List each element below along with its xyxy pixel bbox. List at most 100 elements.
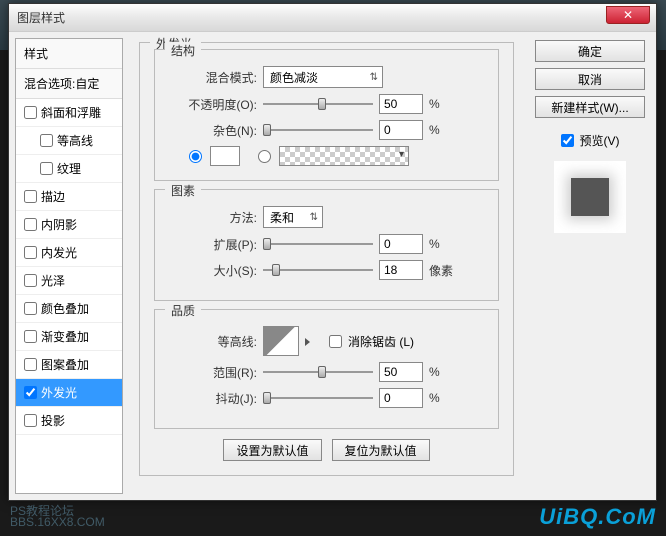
sidebar-item-coloroverlay[interactable]: 颜色叠加 — [16, 295, 122, 323]
noise-row: 杂色(N): % — [169, 120, 484, 140]
range-slider[interactable] — [263, 363, 373, 381]
gradient-radio[interactable] — [258, 150, 271, 163]
contour-label: 等高线: — [169, 333, 257, 350]
close-icon: ✕ — [623, 8, 633, 22]
size-unit: 像素 — [429, 262, 459, 279]
sidebar-item-label: 斜面和浮雕 — [41, 104, 101, 121]
sidebar-item-label: 内发光 — [41, 244, 77, 261]
technique-label: 方法: — [169, 209, 257, 226]
dialog-body: 样式 混合选项:自定 斜面和浮雕 等高线 纹理 描边 内阴影 内发光 光泽 颜色… — [9, 32, 656, 500]
sidebar-item-satin[interactable]: 光泽 — [16, 267, 122, 295]
sidebar-item-gradientoverlay[interactable]: 渐变叠加 — [16, 323, 122, 351]
sidebar-item-innershadow[interactable]: 内阴影 — [16, 211, 122, 239]
window-title: 图层样式 — [17, 9, 65, 26]
spread-slider[interactable] — [263, 235, 373, 253]
sidebar-item-bevel[interactable]: 斜面和浮雕 — [16, 99, 122, 127]
spread-row: 扩展(P): % — [169, 234, 484, 254]
solid-color-swatch[interactable] — [210, 146, 240, 166]
right-column: 确定 取消 新建样式(W)... 预览(V) — [530, 38, 650, 494]
checkbox-gradientoverlay[interactable] — [24, 330, 37, 343]
opacity-slider[interactable] — [263, 95, 373, 113]
new-style-button[interactable]: 新建样式(W)... — [535, 96, 645, 118]
opacity-input[interactable] — [379, 94, 423, 114]
sidebar-item-patternoverlay[interactable]: 图案叠加 — [16, 351, 122, 379]
structure-fieldset: 结构 混合模式: 颜色减淡 不透明度(O): % 杂色(N): — [154, 49, 499, 181]
checkbox-texture[interactable] — [40, 162, 53, 175]
range-row: 范围(R): % — [169, 362, 484, 382]
antialias-label: 消除锯齿 (L) — [348, 333, 414, 350]
elements-fieldset: 图素 方法: 柔和 扩展(P): % 大小(S): — [154, 189, 499, 301]
sidebar-subheader[interactable]: 混合选项:自定 — [16, 69, 122, 99]
solid-color-radio[interactable] — [189, 150, 202, 163]
outerglow-fieldset: 外发光 结构 混合模式: 颜色减淡 不透明度(O): % 杂 — [139, 42, 514, 476]
noise-input[interactable] — [379, 120, 423, 140]
sidebar-item-label: 描边 — [41, 188, 65, 205]
elements-title: 图素 — [165, 182, 201, 199]
preview-checkbox[interactable] — [561, 134, 574, 147]
checkbox-dropshadow[interactable] — [24, 414, 37, 427]
checkbox-stroke[interactable] — [24, 190, 37, 203]
spread-unit: % — [429, 237, 459, 251]
range-unit: % — [429, 365, 459, 379]
jitter-label: 抖动(J): — [169, 390, 257, 407]
size-slider[interactable] — [263, 261, 373, 279]
size-input[interactable] — [379, 260, 423, 280]
antialias-checkbox[interactable] — [329, 335, 342, 348]
checkbox-innershadow[interactable] — [24, 218, 37, 231]
make-default-button[interactable]: 设置为默认值 — [223, 439, 321, 461]
jitter-input[interactable] — [379, 388, 423, 408]
checkbox-bevel[interactable] — [24, 106, 37, 119]
layer-style-dialog: 图层样式 ✕ 样式 混合选项:自定 斜面和浮雕 等高线 纹理 描边 内阴影 内发… — [8, 3, 657, 501]
noise-slider[interactable] — [263, 121, 373, 139]
sidebar-item-label: 颜色叠加 — [41, 300, 89, 317]
reset-default-button[interactable]: 复位为默认值 — [332, 439, 430, 461]
gradient-swatch[interactable] — [279, 146, 409, 166]
sidebar-item-outerglow[interactable]: 外发光 — [16, 379, 122, 407]
sidebar-header[interactable]: 样式 — [16, 39, 122, 69]
jitter-slider[interactable] — [263, 389, 373, 407]
center-panel: 外发光 结构 混合模式: 颜色减淡 不透明度(O): % 杂 — [131, 38, 522, 494]
ok-button[interactable]: 确定 — [535, 40, 645, 62]
cancel-button[interactable]: 取消 — [535, 68, 645, 90]
titlebar[interactable]: 图层样式 ✕ — [9, 4, 656, 32]
sidebar-item-label: 等高线 — [57, 132, 93, 149]
structure-title: 结构 — [165, 42, 201, 59]
sidebar-item-label: 渐变叠加 — [41, 328, 89, 345]
technique-select[interactable]: 柔和 — [263, 206, 323, 228]
preview-label: 预览(V) — [580, 132, 620, 149]
opacity-row: 不透明度(O): % — [169, 94, 484, 114]
jitter-row: 抖动(J): % — [169, 388, 484, 408]
checkbox-coloroverlay[interactable] — [24, 302, 37, 315]
opacity-label: 不透明度(O): — [169, 96, 257, 113]
sidebar-item-label: 纹理 — [57, 160, 81, 177]
blend-mode-select[interactable]: 颜色减淡 — [263, 66, 383, 88]
sidebar-item-texture[interactable]: 纹理 — [16, 155, 122, 183]
sidebar-item-stroke[interactable]: 描边 — [16, 183, 122, 211]
sidebar-item-label: 图案叠加 — [41, 356, 89, 373]
sidebar-item-dropshadow[interactable]: 投影 — [16, 407, 122, 435]
checkbox-patternoverlay[interactable] — [24, 358, 37, 371]
sidebar-item-contour[interactable]: 等高线 — [16, 127, 122, 155]
color-type-row — [189, 146, 484, 166]
sidebar-item-label: 光泽 — [41, 272, 65, 289]
range-input[interactable] — [379, 362, 423, 382]
sidebar-item-label: 投影 — [41, 412, 65, 429]
defaults-row: 设置为默认值 复位为默认值 — [154, 439, 499, 461]
quality-title: 品质 — [165, 302, 201, 319]
sidebar-item-innerglow[interactable]: 内发光 — [16, 239, 122, 267]
watermark-brand: UiBQ.CoM — [539, 504, 656, 530]
checkbox-outerglow[interactable] — [24, 386, 37, 399]
contour-picker[interactable] — [263, 326, 299, 356]
sidebar-item-label: 外发光 — [41, 384, 77, 401]
range-label: 范围(R): — [169, 364, 257, 381]
checkbox-satin[interactable] — [24, 274, 37, 287]
blend-mode-row: 混合模式: 颜色减淡 — [169, 66, 484, 88]
noise-unit: % — [429, 123, 459, 137]
checkbox-contour[interactable] — [40, 134, 53, 147]
checkbox-innerglow[interactable] — [24, 246, 37, 259]
size-row: 大小(S): 像素 — [169, 260, 484, 280]
size-label: 大小(S): — [169, 262, 257, 279]
close-button[interactable]: ✕ — [606, 6, 650, 24]
spread-input[interactable] — [379, 234, 423, 254]
preview-box — [554, 161, 626, 233]
